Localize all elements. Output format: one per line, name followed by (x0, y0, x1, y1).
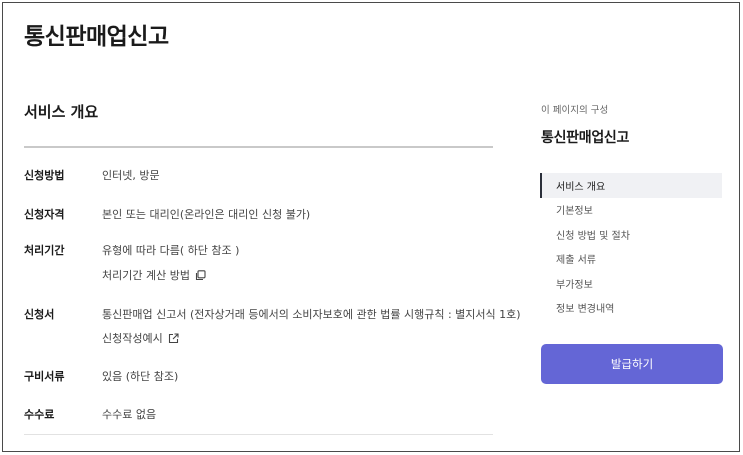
row-value-application-form: 통신판매업 신고서 (전자상거래 등에서의 소비자보호에 관한 법률 시행규칙 … (102, 308, 521, 321)
row-label-application-form: 신청서 (24, 308, 55, 321)
section-title: 서비스 개요 (24, 103, 99, 121)
section-divider (24, 146, 493, 148)
application-example-link-label: 신청작성예시 (102, 332, 163, 345)
toc-item-application-procedure[interactable]: 신청 방법 및 절차 (540, 222, 722, 247)
row-value-eligibility: 본인 또는 대리인(온라인은 대리인 신청 불가) (102, 208, 311, 221)
toc-caption: 이 페이지의 구성 (541, 105, 609, 116)
copy-icon (195, 269, 206, 281)
toc-item-additional-info[interactable]: 부가정보 (540, 271, 722, 296)
toc-title: 통신판매업신고 (541, 130, 630, 146)
toc-item-submission-documents[interactable]: 제출 서류 (540, 247, 722, 272)
row-label-processing-period: 처리기간 (24, 244, 65, 257)
row-label-method: 신청방법 (24, 169, 65, 182)
toc-nav: 서비스 개요 기본정보 신청 방법 및 절차 제출 서류 부가정보 정보 변경내… (540, 173, 722, 320)
issue-button[interactable]: 발급하기 (541, 344, 723, 384)
row-value-method: 인터넷, 방문 (102, 169, 160, 182)
page-title: 통신판매업신고 (24, 24, 169, 50)
application-example-link[interactable]: 신청작성예시 (102, 330, 179, 346)
external-link-icon (168, 332, 179, 344)
row-value-required-documents: 있음 (하단 참조) (102, 370, 179, 383)
content-bottom-divider (24, 434, 493, 435)
toc-item-change-history[interactable]: 정보 변경내역 (540, 296, 722, 321)
row-value-fee: 수수료 없음 (102, 408, 157, 421)
row-label-required-documents: 구비서류 (24, 370, 65, 383)
processing-period-calc-link-label: 처리기간 계산 방법 (102, 269, 190, 282)
row-label-eligibility: 신청자격 (24, 208, 65, 221)
processing-period-calc-link[interactable]: 처리기간 계산 방법 (102, 267, 206, 283)
toc-item-service-overview[interactable]: 서비스 개요 (540, 173, 722, 198)
row-value-processing-period: 유형에 따라 다름( 하단 참조 ) (102, 244, 240, 257)
page-frame: 통신판매업신고 서비스 개요 신청방법 인터넷, 방문 신청자격 본인 또는 대… (2, 2, 740, 452)
row-label-fee: 수수료 (24, 408, 55, 421)
toc-item-basic-info[interactable]: 기본정보 (540, 198, 722, 223)
